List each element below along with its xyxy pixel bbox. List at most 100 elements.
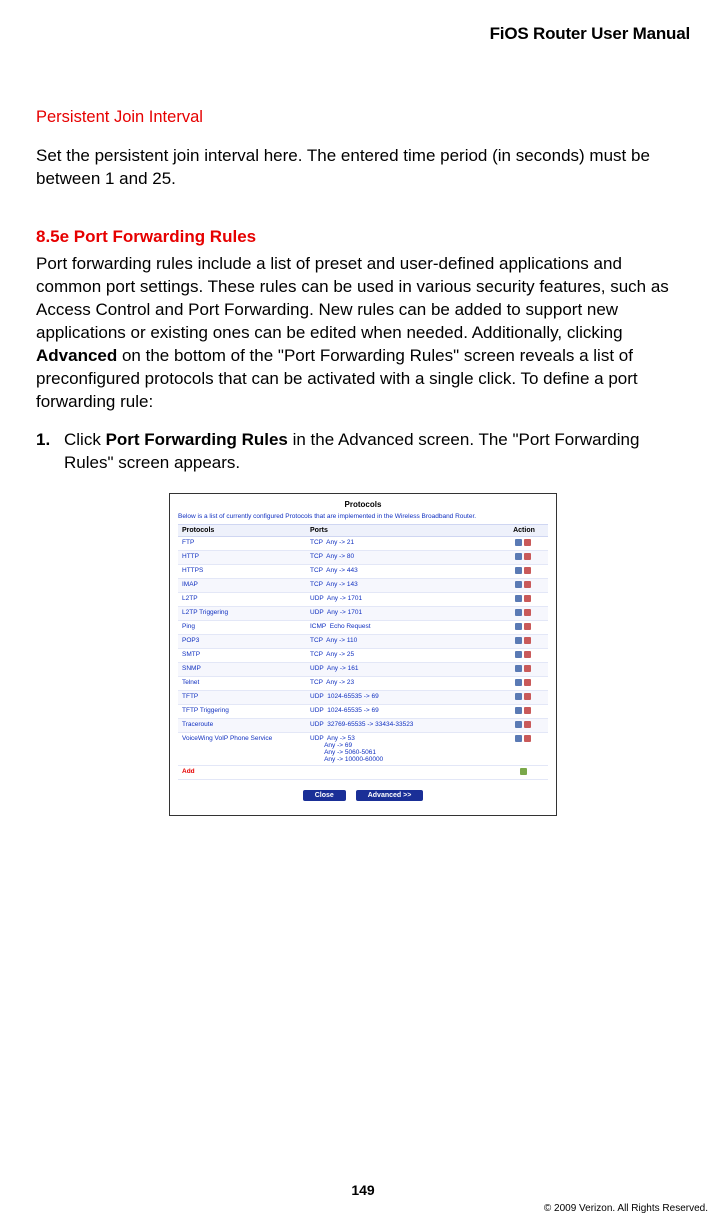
- edit-icon[interactable]: [515, 707, 522, 714]
- protocol-ports: UDP Any -> 161: [306, 663, 500, 677]
- protocol-actions: [500, 537, 548, 551]
- add-row[interactable]: Add: [178, 766, 548, 780]
- col-ports: Ports: [306, 525, 500, 537]
- delete-icon[interactable]: [524, 679, 531, 686]
- delete-icon[interactable]: [524, 693, 531, 700]
- table-row: SMTPTCP Any -> 25: [178, 649, 548, 663]
- protocol-name[interactable]: IMAP: [178, 579, 306, 593]
- table-row: IMAPTCP Any -> 143: [178, 579, 548, 593]
- delete-icon[interactable]: [524, 539, 531, 546]
- table-row: TelnetTCP Any -> 23: [178, 677, 548, 691]
- protocol-actions: [500, 719, 548, 733]
- edit-icon[interactable]: [515, 735, 522, 742]
- edit-icon[interactable]: [515, 539, 522, 546]
- protocol-actions: [500, 621, 548, 635]
- protocol-name[interactable]: VoiceWing VoIP Phone Service: [178, 733, 306, 766]
- table-row: SNMPUDP Any -> 161: [178, 663, 548, 677]
- delete-icon[interactable]: [524, 651, 531, 658]
- protocol-name[interactable]: SMTP: [178, 649, 306, 663]
- protocol-ports: TCP Any -> 143: [306, 579, 500, 593]
- delete-icon[interactable]: [524, 637, 531, 644]
- delete-icon[interactable]: [524, 567, 531, 574]
- close-button[interactable]: Close: [303, 790, 346, 801]
- protocol-ports: UDP Any -> 1701: [306, 593, 500, 607]
- pfr-text-pre: Port forwarding rules include a list of …: [36, 254, 669, 342]
- table-row: PingICMP Echo Request: [178, 621, 548, 635]
- delete-icon[interactable]: [524, 665, 531, 672]
- protocol-name[interactable]: Telnet: [178, 677, 306, 691]
- step-1-num: 1.: [36, 429, 64, 475]
- section-body-pfr: Port forwarding rules include a list of …: [36, 253, 690, 414]
- protocol-ports: TCP Any -> 25: [306, 649, 500, 663]
- table-row: HTTPSTCP Any -> 443: [178, 565, 548, 579]
- table-row: VoiceWing VoIP Phone ServiceUDP Any -> 5…: [178, 733, 548, 766]
- edit-icon[interactable]: [515, 693, 522, 700]
- table-row: TFTPUDP 1024-65535 -> 69: [178, 691, 548, 705]
- edit-icon[interactable]: [515, 567, 522, 574]
- advanced-button[interactable]: Advanced >>: [356, 790, 424, 801]
- shot-title: Protocols: [178, 500, 548, 509]
- protocol-name[interactable]: FTP: [178, 537, 306, 551]
- protocol-actions: [500, 607, 548, 621]
- protocol-actions: [500, 733, 548, 766]
- protocol-ports: UDP 1024-65535 -> 69: [306, 691, 500, 705]
- protocol-name[interactable]: L2TP: [178, 593, 306, 607]
- protocol-actions: [500, 663, 548, 677]
- delete-icon[interactable]: [524, 735, 531, 742]
- protocol-ports: UDP 1024-65535 -> 69: [306, 705, 500, 719]
- add-icon[interactable]: [520, 768, 527, 775]
- table-row: POP3TCP Any -> 110: [178, 635, 548, 649]
- table-row: HTTPTCP Any -> 80: [178, 551, 548, 565]
- section-body-persistent: Set the persistent join interval here. T…: [36, 145, 690, 191]
- step-1-pre: Click: [64, 430, 106, 449]
- add-link[interactable]: Add: [178, 766, 306, 780]
- edit-icon[interactable]: [515, 581, 522, 588]
- protocol-ports: UDP Any -> 1701: [306, 607, 500, 621]
- step-1: 1. Click Port Forwarding Rules in the Ad…: [36, 429, 690, 475]
- protocol-ports: TCP Any -> 21: [306, 537, 500, 551]
- delete-icon[interactable]: [524, 721, 531, 728]
- edit-icon[interactable]: [515, 623, 522, 630]
- protocol-actions: [500, 635, 548, 649]
- protocol-name[interactable]: HTTPS: [178, 565, 306, 579]
- shot-subtitle: Below is a list of currently configured …: [178, 513, 548, 520]
- protocol-name[interactable]: Ping: [178, 621, 306, 635]
- delete-icon[interactable]: [524, 609, 531, 616]
- edit-icon[interactable]: [515, 721, 522, 728]
- pfr-text-bold: Advanced: [36, 346, 117, 365]
- protocol-name[interactable]: TFTP: [178, 691, 306, 705]
- delete-icon[interactable]: [524, 595, 531, 602]
- protocol-actions: [500, 551, 548, 565]
- section-heading-pfr: 8.5e Port Forwarding Rules: [36, 227, 690, 247]
- protocol-name[interactable]: Traceroute: [178, 719, 306, 733]
- edit-icon[interactable]: [515, 609, 522, 616]
- screenshot-protocols: Protocols Below is a list of currently c…: [169, 493, 557, 816]
- protocol-name[interactable]: POP3: [178, 635, 306, 649]
- delete-icon[interactable]: [524, 707, 531, 714]
- edit-icon[interactable]: [515, 553, 522, 560]
- edit-icon[interactable]: [515, 679, 522, 686]
- protocol-name[interactable]: SNMP: [178, 663, 306, 677]
- page-number: 149: [0, 1182, 726, 1198]
- protocol-ports: TCP Any -> 80: [306, 551, 500, 565]
- protocol-ports: TCP Any -> 443: [306, 565, 500, 579]
- table-row: TracerouteUDP 32769-65535 -> 33434-33523: [178, 719, 548, 733]
- copyright: © 2009 Verizon. All Rights Reserved.: [544, 1203, 708, 1214]
- edit-icon[interactable]: [515, 637, 522, 644]
- edit-icon[interactable]: [515, 665, 522, 672]
- protocol-actions: [500, 593, 548, 607]
- delete-icon[interactable]: [524, 553, 531, 560]
- protocol-name[interactable]: L2TP Triggering: [178, 607, 306, 621]
- protocol-name[interactable]: HTTP: [178, 551, 306, 565]
- table-row: FTPTCP Any -> 21: [178, 537, 548, 551]
- protocol-ports: UDP 32769-65535 -> 33434-33523: [306, 719, 500, 733]
- delete-icon[interactable]: [524, 623, 531, 630]
- protocol-name[interactable]: TFTP Triggering: [178, 705, 306, 719]
- protocol-ports: TCP Any -> 110: [306, 635, 500, 649]
- protocol-actions: [500, 649, 548, 663]
- delete-icon[interactable]: [524, 581, 531, 588]
- protocol-actions: [500, 579, 548, 593]
- edit-icon[interactable]: [515, 651, 522, 658]
- edit-icon[interactable]: [515, 595, 522, 602]
- protocol-actions: [500, 705, 548, 719]
